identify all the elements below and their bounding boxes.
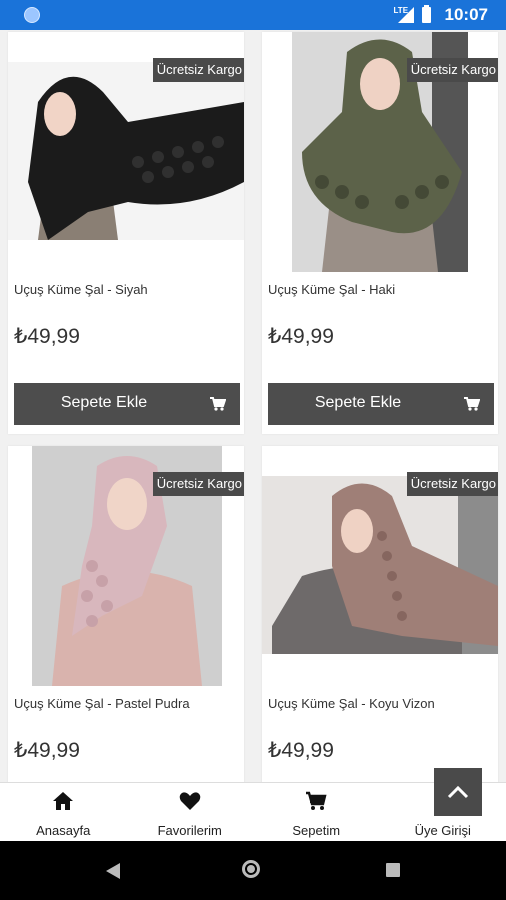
product-image[interactable]: Ücretsiz Kargo	[8, 446, 244, 686]
chevron-up-icon	[447, 785, 469, 799]
free-shipping-badge: Ücretsiz Kargo	[406, 58, 498, 82]
product-title[interactable]: Uçuş Küme Şal - Pastel Pudra	[14, 696, 190, 711]
add-to-cart-button[interactable]: Sepete Ekle	[268, 383, 494, 425]
scroll-to-top-button[interactable]	[434, 768, 482, 816]
recent-apps-icon[interactable]	[386, 863, 400, 877]
product-grid: Ücretsiz Kargo Uçuş Küme Şal - Siyah ₺49…	[0, 30, 506, 782]
free-shipping-badge: Ücretsiz Kargo	[152, 472, 244, 496]
home-icon	[53, 792, 74, 810]
home-button-icon[interactable]	[242, 860, 260, 878]
product-title[interactable]: Uçuş Küme Şal - Koyu Vizon	[268, 696, 435, 711]
nav-label: Sepetim	[292, 823, 341, 838]
nav-label: Üye Girişi	[414, 823, 471, 838]
cart-icon	[464, 397, 480, 411]
add-to-cart-button[interactable]: Sepete Ekle	[14, 383, 240, 425]
battery-icon	[421, 5, 431, 23]
back-icon[interactable]	[106, 863, 120, 879]
nav-item-home[interactable]: Anasayfa	[0, 783, 127, 842]
product-image[interactable]: Ücretsiz Kargo	[8, 32, 244, 272]
product-image[interactable]: Ücretsiz Kargo	[262, 32, 498, 272]
add-to-cart-label: Sepete Ekle	[60, 394, 148, 411]
product-photo	[8, 62, 244, 240]
network-type: LTE	[393, 6, 409, 15]
status-bar: LTE 10:07	[0, 0, 506, 30]
system-navigation-bar	[0, 841, 506, 900]
product-price: ₺49,99	[14, 739, 80, 762]
product-card[interactable]: Ücretsiz Kargo Uçuş Küme Şal - Siyah ₺49…	[8, 32, 244, 434]
product-price: ₺49,99	[268, 739, 334, 762]
clock: 10:07	[444, 5, 488, 24]
cart-icon	[210, 397, 226, 411]
free-shipping-badge: Ücretsiz Kargo	[406, 472, 498, 496]
cart-icon	[306, 791, 327, 810]
add-to-cart-label: Sepete Ekle	[314, 394, 402, 411]
product-card[interactable]: Ücretsiz Kargo Uçuş Küme Şal - Koyu Vizo…	[262, 446, 498, 782]
heart-icon	[179, 792, 201, 810]
product-photo	[262, 476, 498, 654]
product-card[interactable]: Ücretsiz Kargo Uçuş Küme Şal - Haki ₺49,…	[262, 32, 498, 434]
notification-icon	[24, 7, 40, 23]
product-title[interactable]: Uçuş Küme Şal - Haki	[268, 282, 395, 297]
nav-label: Anasayfa	[36, 823, 91, 838]
nav-item-favorites[interactable]: Favorilerim	[127, 783, 254, 842]
product-image[interactable]: Ücretsiz Kargo	[262, 446, 498, 686]
free-shipping-badge: Ücretsiz Kargo	[152, 58, 244, 82]
product-card[interactable]: Ücretsiz Kargo Uçuş Küme Şal - Pastel Pu…	[8, 446, 244, 782]
product-price: ₺49,99	[268, 325, 334, 348]
nav-label: Favorilerim	[157, 823, 222, 838]
product-price: ₺49,99	[14, 325, 80, 348]
signal-icon: LTE	[393, 6, 414, 23]
product-title[interactable]: Uçuş Küme Şal - Siyah	[14, 282, 148, 297]
bottom-navigation: Anasayfa Favorilerim Sepetim Üye Girişi	[0, 782, 506, 842]
nav-item-cart[interactable]: Sepetim	[253, 783, 380, 842]
